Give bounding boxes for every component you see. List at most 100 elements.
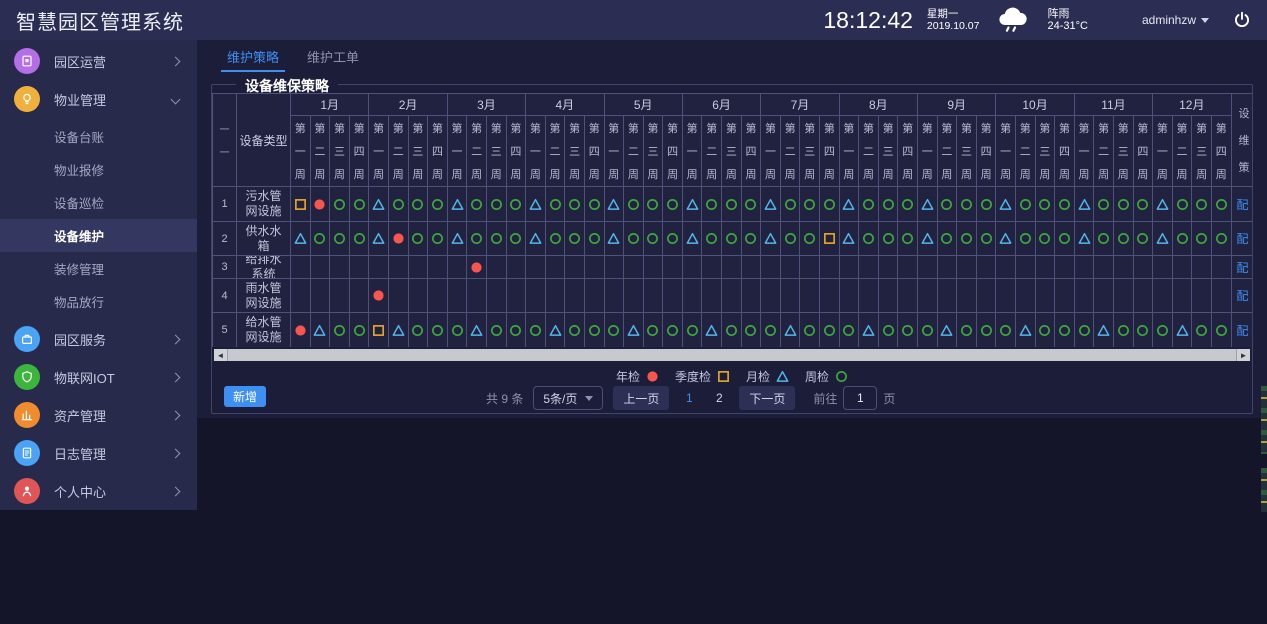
device-type: 污水管网设施 (237, 187, 291, 222)
tab-maintenance-strategy[interactable]: 维护策略 (225, 40, 281, 72)
weekly-check-icon (1215, 198, 1228, 211)
schedule-cell (781, 187, 801, 222)
schedule-cell (467, 256, 487, 279)
schedule-cell (1173, 313, 1193, 347)
tab-maintenance-work-order[interactable]: 维护工单 (305, 40, 361, 72)
monthly-check-icon (392, 324, 405, 337)
configure-link[interactable]: 配 (1232, 187, 1253, 222)
page-number-2[interactable]: 2 (709, 391, 729, 405)
row-index: 3 (213, 256, 237, 279)
schedule-cell (918, 313, 938, 347)
legend-item-weekly: 周检 (805, 368, 848, 385)
schedule-cell (840, 313, 860, 347)
sidebar-item-assets[interactable]: 资产管理 (0, 396, 197, 434)
scroll-right-arrow-icon[interactable]: ► (1237, 349, 1250, 361)
configure-link[interactable]: 配 (1232, 279, 1253, 313)
sidebar-item-park-operation[interactable]: 园区运营 (0, 42, 197, 80)
week-header: 第四周 (1055, 116, 1075, 187)
configure-link[interactable]: 配 (1232, 313, 1253, 347)
schedule-cell (291, 222, 311, 256)
weekly-check-icon (588, 324, 601, 337)
week-header: 第四周 (820, 116, 840, 187)
chevron-down-icon (171, 94, 181, 104)
schedule-cell (507, 256, 527, 279)
page-number-1[interactable]: 1 (679, 391, 699, 405)
next-page-button[interactable]: 下一页 (739, 386, 795, 410)
schedule-cell (1055, 187, 1075, 222)
schedule-cell (585, 187, 605, 222)
page-size-select[interactable]: 5条/页 (533, 386, 603, 410)
weekly-check-icon (784, 232, 797, 245)
sidebar-item-profile[interactable]: 个人中心 (0, 472, 197, 510)
schedule-cell (624, 222, 644, 256)
schedule-cell (840, 279, 860, 313)
goto-page-input[interactable] (843, 386, 877, 410)
sidebar-item-repair[interactable]: 物业报修 (0, 153, 197, 186)
prev-page-button[interactable]: 上一页 (613, 386, 669, 410)
schedule-cell (1134, 222, 1154, 256)
annual-check-icon (470, 261, 483, 274)
add-button[interactable]: 新增 (224, 386, 266, 407)
schedule-cell (800, 256, 820, 279)
goto-unit: 页 (883, 390, 895, 407)
logout-power-button[interactable] (1233, 11, 1251, 29)
sub-item-label: 物业报修 (54, 160, 104, 179)
index-column-header: 一一 (213, 94, 237, 187)
configure-link[interactable]: 配 (1232, 256, 1253, 279)
application-window: 智慧园区管理系统 18:12:42 星期一 2019.10.07 阵雨 24-3… (0, 0, 1267, 624)
chevron-right-icon (171, 410, 181, 420)
weekly-check-icon (921, 324, 934, 337)
weather-block: 阵雨 24-31°C (1047, 8, 1087, 32)
user-menu[interactable]: adminhzw (1142, 13, 1209, 27)
sidebar-item-park-service[interactable]: 园区服务 (0, 320, 197, 358)
schedule-cell (311, 222, 331, 256)
schedule-cell (428, 279, 448, 313)
week-header: 第二周 (702, 116, 722, 187)
schedule-cell (1212, 222, 1232, 256)
monthly-check-icon (1097, 324, 1110, 337)
weekly-check-icon (1176, 232, 1189, 245)
sidebar-item-device-maintenance[interactable]: 设备维护 (0, 219, 197, 252)
sidebar-item-logs[interactable]: 日志管理 (0, 434, 197, 472)
schedule-cell (898, 279, 918, 313)
schedule-cell (369, 279, 389, 313)
horizontal-scrollbar[interactable]: ◄ ► (214, 349, 1250, 361)
annual-check-icon (646, 370, 659, 383)
week-header: 第一周 (448, 116, 468, 187)
scroll-left-arrow-icon[interactable]: ◄ (214, 349, 227, 361)
weekly-check-icon (960, 232, 973, 245)
sidebar-item-device-ledger[interactable]: 设备台账 (0, 120, 197, 153)
row-index: 5 (213, 313, 237, 347)
schedule-cell (546, 256, 566, 279)
annual-check-icon (392, 232, 405, 245)
schedule-cell (409, 222, 429, 256)
schedule-cell (702, 279, 722, 313)
weekly-check-icon (705, 198, 718, 211)
weekly-check-icon (862, 232, 875, 245)
scrollbar-thumb[interactable] (227, 349, 1237, 361)
sidebar-item-property-management[interactable]: 物业管理 (0, 80, 197, 118)
monthly-check-icon (549, 324, 562, 337)
schedule-cell (722, 279, 742, 313)
configure-link[interactable]: 配 (1232, 222, 1253, 256)
schedule-cell (702, 187, 722, 222)
weekly-check-icon (1058, 198, 1071, 211)
sidebar-item-item-release[interactable]: 物品放行 (0, 285, 197, 318)
schedule-cell (781, 222, 801, 256)
sidebar-item-iot[interactable]: 物联网IOT (0, 358, 197, 396)
person-icon (14, 478, 40, 504)
monthly-check-icon (999, 232, 1012, 245)
schedule-cell (702, 256, 722, 279)
schedule-cell (330, 313, 350, 347)
sidebar-item-decoration[interactable]: 装修管理 (0, 252, 197, 285)
date: 2019.10.07 (927, 20, 980, 32)
sidebar-item-inspection[interactable]: 设备巡检 (0, 186, 197, 219)
weekly-check-icon (1019, 198, 1032, 211)
bulb-icon (14, 86, 40, 112)
app-title: 智慧园区管理系统 (16, 6, 184, 35)
weekly-check-icon (901, 198, 914, 211)
schedule-cell (1212, 279, 1232, 313)
schedule-cell (428, 256, 448, 279)
schedule-cell (526, 313, 546, 347)
pagination: 共 9 条 5条/页 上一页 1 2 下一页 前往 页 (486, 386, 895, 410)
